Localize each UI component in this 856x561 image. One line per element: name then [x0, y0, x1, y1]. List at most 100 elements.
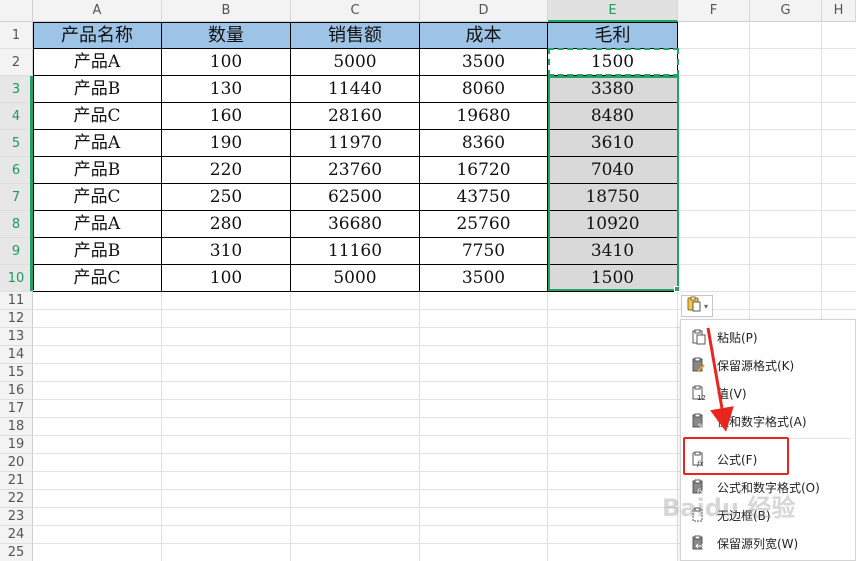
table-cell[interactable]: 产品A: [33, 130, 162, 157]
clipboard-icon: [686, 296, 702, 316]
row-header-25[interactable]: 25: [0, 544, 33, 561]
column-header-e[interactable]: E: [548, 0, 678, 22]
row-header-21[interactable]: 21: [0, 472, 33, 490]
table-cell[interactable]: 23760: [291, 157, 420, 184]
table-cell[interactable]: 43750: [420, 184, 548, 211]
row-header-18[interactable]: 18: [0, 418, 33, 436]
table-header-cell[interactable]: 数量: [162, 22, 291, 49]
row-header-14[interactable]: 14: [0, 346, 33, 364]
paste-icon: [689, 327, 709, 347]
row-header-10[interactable]: 10: [0, 265, 33, 292]
copy-marquee: [548, 48, 679, 76]
column-header-b[interactable]: B: [162, 0, 291, 22]
column-header-c[interactable]: C: [291, 0, 420, 22]
menu-item-values-number-format[interactable]: % 值和数字格式(A): [681, 407, 856, 435]
row-header-16[interactable]: 16: [0, 382, 33, 400]
table-header-cell[interactable]: 成本: [420, 22, 548, 49]
table-cell[interactable]: 5000: [291, 265, 420, 292]
table-cell[interactable]: 3500: [420, 49, 548, 76]
table-cell[interactable]: 5000: [291, 49, 420, 76]
table-cell[interactable]: 产品C: [33, 184, 162, 211]
menu-item-paste[interactable]: 粘贴(P): [681, 323, 856, 351]
table-cell[interactable]: 28160: [291, 103, 420, 130]
table-cell[interactable]: 3500: [420, 265, 548, 292]
table-cell[interactable]: 产品A: [33, 211, 162, 238]
formula-highlight-box: [683, 437, 789, 475]
row-header-8[interactable]: 8: [0, 211, 33, 238]
paste-keep-format-icon: [689, 355, 709, 375]
row-header-15[interactable]: 15: [0, 364, 33, 382]
table-cell[interactable]: 产品C: [33, 265, 162, 292]
row-header-7[interactable]: 7: [0, 184, 33, 211]
column-header-f[interactable]: F: [678, 0, 750, 22]
watermark: Baidu 经验: [662, 494, 796, 522]
table-cell[interactable]: 11160: [291, 238, 420, 265]
paste-values-icon: 12: [689, 383, 709, 403]
row-header-20[interactable]: 20: [0, 454, 33, 472]
row-header-3[interactable]: 3: [0, 76, 33, 103]
table-cell[interactable]: 100: [162, 49, 291, 76]
table-cell[interactable]: 62500: [291, 184, 420, 211]
row-header-19[interactable]: 19: [0, 436, 33, 454]
column-header-d[interactable]: D: [420, 0, 548, 22]
menu-item-keep-source-format[interactable]: 保留源格式(K): [681, 351, 856, 379]
row-header-22[interactable]: 22: [0, 490, 33, 508]
table-cell[interactable]: 16720: [420, 157, 548, 184]
table-cell[interactable]: 8060: [420, 76, 548, 103]
chevron-down-icon: ▾: [703, 301, 708, 311]
table-cell[interactable]: 产品B: [33, 76, 162, 103]
column-header-h[interactable]: H: [822, 0, 856, 22]
table-cell[interactable]: 8360: [420, 130, 548, 157]
row-header-13[interactable]: 13: [0, 328, 33, 346]
fill-handle[interactable]: [674, 286, 680, 292]
row-header-2[interactable]: 2: [0, 49, 33, 76]
row-header-23[interactable]: 23: [0, 508, 33, 526]
table-cell[interactable]: 36680: [291, 211, 420, 238]
menu-item-label: 保留源格式(K): [717, 358, 795, 373]
row-header-4[interactable]: 4: [0, 103, 33, 130]
selection-range: [548, 76, 679, 291]
row-header-6[interactable]: 6: [0, 157, 33, 184]
table-cell[interactable]: 130: [162, 76, 291, 103]
menu-item-label: 值(V): [717, 386, 747, 401]
table-cell[interactable]: 11970: [291, 130, 420, 157]
select-all-corner[interactable]: [0, 0, 33, 22]
menu-item-keep-column-width[interactable]: 保留源列宽(W): [681, 529, 856, 557]
row-header-17[interactable]: 17: [0, 400, 33, 418]
row-header-24[interactable]: 24: [0, 526, 33, 544]
svg-text:%: %: [698, 423, 704, 429]
paste-keep-column-width-icon: [689, 533, 709, 553]
table-cell[interactable]: 产品B: [33, 238, 162, 265]
table-cell[interactable]: 220: [162, 157, 291, 184]
table-cell[interactable]: 25760: [420, 211, 548, 238]
table-cell[interactable]: 产品B: [33, 157, 162, 184]
table-header-cell[interactable]: 销售额: [291, 22, 420, 49]
row-header-9[interactable]: 9: [0, 238, 33, 265]
table-cell[interactable]: 100: [162, 265, 291, 292]
table-cell[interactable]: 19680: [420, 103, 548, 130]
row-header-1[interactable]: 1: [0, 22, 33, 49]
table-cell[interactable]: 160: [162, 103, 291, 130]
menu-item-label: 值和数字格式(A): [717, 414, 807, 429]
table-cell[interactable]: 280: [162, 211, 291, 238]
table-header-cell[interactable]: 毛利: [548, 22, 678, 49]
table-cell[interactable]: 产品C: [33, 103, 162, 130]
table-cell[interactable]: 产品A: [33, 49, 162, 76]
row-header-12[interactable]: 12: [0, 310, 33, 328]
menu-item-values[interactable]: 12 值(V): [681, 379, 856, 407]
table-header-cell[interactable]: 产品名称: [33, 22, 162, 49]
table-cell[interactable]: 11440: [291, 76, 420, 103]
row-header-5[interactable]: 5: [0, 130, 33, 157]
column-header-a[interactable]: A: [33, 0, 162, 22]
svg-text:12: 12: [697, 394, 706, 401]
column-header-g[interactable]: G: [750, 0, 822, 22]
menu-item-label: 保留源列宽(W): [717, 536, 799, 551]
table-cell[interactable]: 7750: [420, 238, 548, 265]
table-cell[interactable]: 190: [162, 130, 291, 157]
paste-values-number-format-icon: %: [689, 411, 709, 431]
table-border: [33, 22, 678, 23]
row-header-11[interactable]: 11: [0, 292, 33, 310]
table-cell[interactable]: 250: [162, 184, 291, 211]
table-cell[interactable]: 310: [162, 238, 291, 265]
paste-options-button[interactable]: ▾: [681, 295, 713, 317]
